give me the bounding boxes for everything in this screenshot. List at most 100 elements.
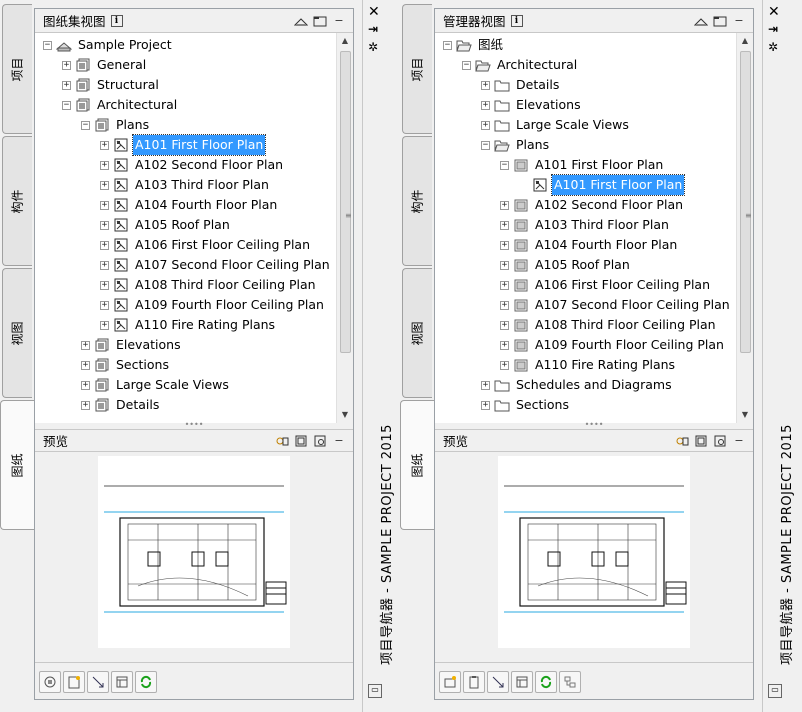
refresh-button[interactable]: [135, 671, 157, 693]
expand-icon[interactable]: +: [500, 240, 509, 250]
expand-icon[interactable]: +: [481, 400, 490, 410]
minimize-icon[interactable]: −: [331, 14, 347, 28]
tree-node[interactable]: + A105 Roof Plan: [500, 255, 632, 275]
add-subset-button[interactable]: [439, 671, 461, 693]
tab-sheets[interactable]: 图纸: [400, 400, 434, 530]
expand-icon[interactable]: +: [481, 120, 490, 130]
tree-node[interactable]: + Sections: [481, 395, 571, 415]
palette-menu-icon[interactable]: ▭: [368, 684, 382, 698]
tree-node[interactable]: + Structural: [62, 75, 161, 95]
tree-node[interactable]: − Architectural: [62, 95, 179, 115]
tree-node[interactable]: + A103 Third Floor Plan: [500, 215, 671, 235]
toggle-view-icon[interactable]: [293, 14, 309, 28]
zoom-preview-icon[interactable]: [712, 434, 728, 448]
palette-menu-icon[interactable]: ▭: [768, 684, 782, 698]
clipboard-button[interactable]: [463, 671, 485, 693]
tree-node[interactable]: A101 First Floor Plan: [519, 174, 686, 196]
add-sheet-button[interactable]: [63, 671, 85, 693]
tab-sheets[interactable]: 图纸: [0, 400, 34, 530]
expand-icon[interactable]: +: [81, 400, 90, 410]
expand-icon[interactable]: +: [100, 180, 109, 190]
tree-node[interactable]: + A101 First Floor Plan: [100, 134, 267, 156]
tree-node[interactable]: + Sections: [81, 355, 171, 375]
tree-node[interactable]: + A109 Fourth Floor Ceiling Plan: [100, 295, 326, 315]
tree-node[interactable]: − Sample Project: [43, 35, 174, 55]
tab-project[interactable]: 项目: [402, 4, 432, 134]
properties-gear-icon[interactable]: ✲: [368, 40, 378, 54]
tree-node[interactable]: + A108 Third Floor Ceiling Plan: [500, 315, 718, 335]
sheet-preview-icon[interactable]: [693, 434, 709, 448]
tree-node[interactable]: − A101 First Floor Plan: [500, 155, 665, 175]
tree-node[interactable]: + A107 Second Floor Ceiling Plan: [100, 255, 332, 275]
tree-node[interactable]: + Details: [81, 395, 161, 415]
tree-node[interactable]: + A108 Third Floor Ceiling Plan: [100, 275, 318, 295]
publish-button[interactable]: [487, 671, 509, 693]
sheet-set-properties-button[interactable]: [39, 671, 61, 693]
scroll-thumb[interactable]: ≡: [340, 51, 352, 353]
expand-icon[interactable]: +: [500, 260, 509, 270]
expand-icon[interactable]: +: [500, 280, 509, 290]
expand-icon[interactable]: +: [500, 340, 509, 350]
scroll-thumb[interactable]: ≡: [740, 51, 752, 353]
tree-node[interactable]: + Large Scale Views: [81, 375, 231, 395]
collapse-icon[interactable]: −: [43, 40, 52, 50]
repath-button[interactable]: [559, 671, 581, 693]
preview-mode-icon[interactable]: [274, 434, 290, 448]
collapse-icon[interactable]: −: [481, 140, 490, 150]
expand-icon[interactable]: +: [62, 60, 71, 70]
properties-gear-icon[interactable]: ✲: [768, 40, 778, 54]
expand-icon[interactable]: +: [500, 300, 509, 310]
auto-hide-icon[interactable]: ⇥: [768, 22, 778, 36]
expand-icon[interactable]: +: [100, 260, 109, 270]
tree-node[interactable]: + A105 Roof Plan: [100, 215, 232, 235]
expand-icon[interactable]: +: [100, 140, 109, 150]
info-icon[interactable]: i: [510, 14, 523, 27]
tree-scrollbar[interactable]: ▲ ≡ ▼: [336, 33, 353, 423]
expand-icon[interactable]: +: [100, 300, 109, 310]
tree-node[interactable]: + A110 Fire Rating Plans: [500, 355, 677, 375]
tree-node[interactable]: − Plans: [81, 115, 151, 135]
tree-node[interactable]: + General: [62, 55, 148, 75]
minimize-icon[interactable]: −: [731, 14, 747, 28]
expand-icon[interactable]: +: [500, 220, 509, 230]
auto-hide-icon[interactable]: ⇥: [368, 22, 378, 36]
expand-icon[interactable]: +: [481, 80, 490, 90]
folder-view-icon[interactable]: [712, 14, 728, 28]
tree-node[interactable]: + Large Scale Views: [481, 115, 631, 135]
tab-constructs[interactable]: 构件: [2, 136, 32, 266]
expand-icon[interactable]: +: [81, 380, 90, 390]
tree-node[interactable]: − Architectural: [462, 55, 579, 75]
tree-node[interactable]: + A106 First Floor Ceiling Plan: [100, 235, 312, 255]
toggle-view-icon[interactable]: [693, 14, 709, 28]
zoom-preview-icon[interactable]: [312, 434, 328, 448]
scroll-down-icon[interactable]: ▼: [337, 407, 353, 423]
scroll-up-icon[interactable]: ▲: [337, 33, 353, 49]
scroll-down-icon[interactable]: ▼: [737, 407, 753, 423]
close-icon[interactable]: ✕: [768, 4, 780, 20]
expand-icon[interactable]: +: [100, 320, 109, 330]
collapse-icon[interactable]: −: [443, 40, 452, 50]
tree-node[interactable]: − 图纸: [443, 35, 505, 55]
minimize-icon[interactable]: −: [331, 434, 347, 448]
publish-button[interactable]: [87, 671, 109, 693]
tree-node[interactable]: + Elevations: [81, 335, 183, 355]
expand-icon[interactable]: +: [100, 160, 109, 170]
tree-node[interactable]: + A104 Fourth Floor Plan: [100, 195, 279, 215]
expand-icon[interactable]: +: [81, 340, 90, 350]
expand-icon[interactable]: +: [100, 240, 109, 250]
expand-icon[interactable]: +: [500, 360, 509, 370]
expand-icon[interactable]: +: [481, 380, 490, 390]
scroll-up-icon[interactable]: ▲: [737, 33, 753, 49]
expand-icon[interactable]: +: [100, 280, 109, 290]
collapse-icon[interactable]: −: [81, 120, 90, 130]
preview-mode-icon[interactable]: [674, 434, 690, 448]
expand-icon[interactable]: +: [500, 200, 509, 210]
sheet-list-button[interactable]: [111, 671, 133, 693]
expand-icon[interactable]: +: [100, 220, 109, 230]
info-icon[interactable]: i: [110, 14, 123, 27]
folder-view-icon[interactable]: [312, 14, 328, 28]
collapse-icon[interactable]: −: [500, 160, 509, 170]
tree-node[interactable]: + Schedules and Diagrams: [481, 375, 674, 395]
tree-node[interactable]: + A104 Fourth Floor Plan: [500, 235, 679, 255]
tab-project[interactable]: 项目: [2, 4, 32, 134]
